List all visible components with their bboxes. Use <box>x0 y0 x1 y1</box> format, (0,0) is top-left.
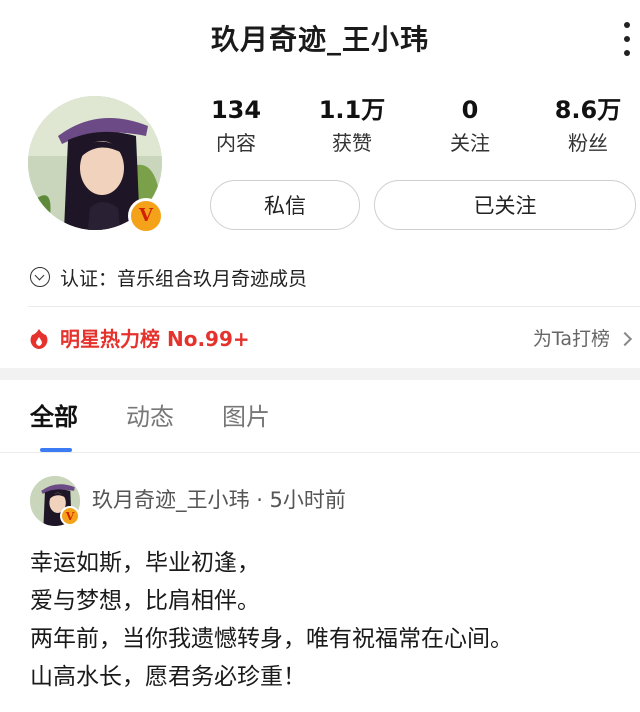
meta-separator: · <box>256 488 270 512</box>
section-separator <box>0 368 640 380</box>
post-line: 幸运如斯，毕业初逢， <box>30 550 260 576</box>
top-bar: 玖月奇迹_王小玮 <box>0 0 640 78</box>
more-options-icon[interactable] <box>620 22 634 56</box>
hot-rank-row[interactable]: 明星热力榜 No.99+ 为Ta打榜 <box>0 312 640 366</box>
post-content[interactable]: 幸运如斯，毕业初逢， 爱与梦想，比肩相伴。 两年前，当你我遗憾转身，唯有祝福常在… <box>30 544 630 696</box>
stat-followers[interactable]: 8.6万 粉丝 <box>528 92 640 158</box>
post-line: 爱与梦想，比肩相伴。 <box>30 588 260 614</box>
tab-bar: 全部 动态 图片 <box>0 384 640 452</box>
stat-following[interactable]: 0 关注 <box>410 92 530 158</box>
stat-content[interactable]: 134 内容 <box>176 92 296 158</box>
profile-stats: 134 内容 1.1万 获赞 0 关注 8.6万 粉丝 <box>178 92 640 162</box>
verified-badge-icon: V <box>128 198 164 234</box>
hot-rank-label: 明星热力榜 No.99+ <box>60 327 250 351</box>
vote-link[interactable]: 为Ta打榜 <box>532 324 633 354</box>
stat-label: 内容 <box>216 131 256 155</box>
post-author[interactable]: 玖月奇迹_王小玮 <box>92 488 250 512</box>
post-meta: 玖月奇迹_王小玮 · 5小时前 <box>92 484 346 516</box>
tab-photos[interactable]: 图片 <box>222 400 270 434</box>
stat-value: 1.1万 <box>318 96 386 124</box>
stat-label: 关注 <box>450 131 490 155</box>
verification-text: 认证：音乐组合玖月奇迹成员 <box>60 267 308 290</box>
vote-label: 为Ta打榜 <box>532 328 610 350</box>
verified-badge-icon: V <box>60 506 80 526</box>
stat-value: 8.6万 <box>554 96 622 124</box>
tab-all[interactable]: 全部 <box>30 400 78 434</box>
verified-check-icon <box>30 267 50 287</box>
tab-updates[interactable]: 动态 <box>126 400 174 434</box>
divider <box>28 306 640 307</box>
stat-value: 0 <box>461 96 479 124</box>
stat-label: 粉丝 <box>568 131 608 155</box>
page-title: 玖月奇迹_王小玮 <box>210 23 429 56</box>
flame-icon <box>30 329 48 349</box>
post-line: 山高水长，愿君务必珍重！ <box>30 664 306 690</box>
chevron-right-icon <box>617 331 633 347</box>
post-time: 5小时前 <box>269 488 346 512</box>
message-button[interactable]: 私信 <box>210 180 360 230</box>
post-line: 两年前，当你我遗憾转身，唯有祝福常在心间。 <box>30 626 513 652</box>
stat-label: 获赞 <box>332 131 372 155</box>
verification-info: 认证：音乐组合玖月奇迹成员 <box>30 262 307 292</box>
followed-button[interactable]: 已关注 <box>374 180 636 230</box>
stat-value: 134 <box>210 96 262 124</box>
divider <box>0 452 640 453</box>
stat-likes[interactable]: 1.1万 获赞 <box>292 92 412 158</box>
